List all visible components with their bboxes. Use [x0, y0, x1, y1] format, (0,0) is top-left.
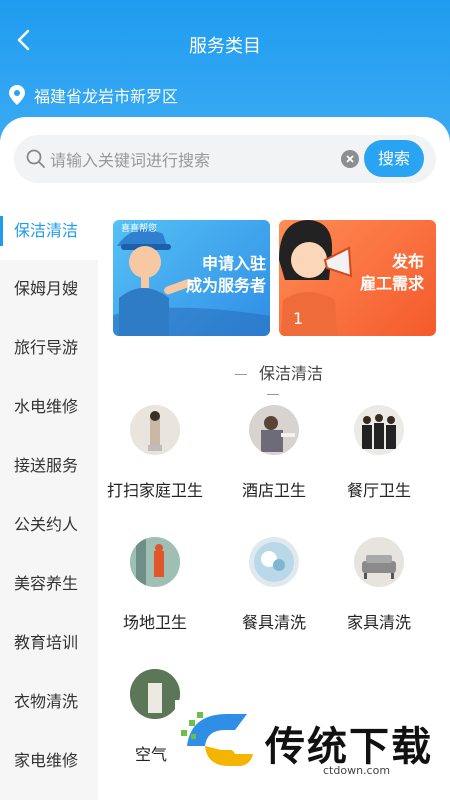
search-input[interactable]: 请输入关键词进行搜索: [50, 147, 210, 171]
search-icon: [26, 149, 45, 168]
sidebar-item-plumbing[interactable]: 水电维修: [0, 378, 98, 436]
ctdown-logo-icon: [181, 712, 253, 766]
watermark: 传统下载 ctdown.com: [175, 700, 450, 800]
apply-provider-banner[interactable]: 喜喜帮您 申请入驻 成为服务者: [113, 220, 270, 336]
service-label: 餐厅卫生: [346, 481, 411, 500]
location-text: 福建省龙岩市新罗区: [34, 87, 179, 106]
service-label: 打扫家庭卫生: [106, 481, 203, 500]
service-label: 酒店卫生: [241, 481, 306, 500]
service-label: 场地卫生: [122, 613, 187, 632]
svg-text:1: 1: [293, 309, 303, 328]
sidebar-item-tour-guide[interactable]: 旅行导游: [0, 319, 98, 377]
post-banner-text: 发布 雇工需求: [359, 252, 424, 293]
sidebar-item-education[interactable]: 教育培训: [0, 614, 98, 672]
page-title: 服务类目: [189, 36, 261, 57]
sidebar-item-appliance-repair[interactable]: 家电维修: [0, 732, 98, 790]
service-label: 家具清洗: [346, 613, 411, 632]
service-item-tableware-washing[interactable]: 餐具清洗: [219, 537, 329, 633]
service-item-furniture-cleaning[interactable]: 家具清洗: [324, 537, 434, 633]
location-pin-icon: [9, 85, 25, 105]
service-item-hotel-cleaning[interactable]: 酒店卫生: [219, 405, 329, 501]
divider: [267, 394, 279, 395]
search-button[interactable]: 搜索: [364, 140, 424, 177]
sidebar-item-laundry[interactable]: 衣物清洗: [0, 673, 98, 731]
service-item-home-cleaning[interactable]: 打扫家庭卫生: [100, 405, 210, 501]
clear-button[interactable]: [341, 150, 359, 168]
service-label: 餐具清洗: [241, 613, 306, 632]
section-title: 保洁清洁: [208, 360, 338, 403]
category-sidebar: 保洁清洁 保姆月嫂 旅行导游 水电维修 接送服务 公关约人 美容养生 教育培训 …: [0, 202, 98, 800]
sidebar-item-nanny[interactable]: 保姆月嫂: [0, 260, 98, 318]
location-selector[interactable]: 福建省龙岩市新罗区: [8, 83, 178, 107]
service-photo: [354, 537, 404, 587]
service-photo: [130, 405, 180, 455]
apply-banner-text: 申请入驻 成为服务者: [185, 254, 266, 295]
service-item-restaurant-cleaning[interactable]: 餐厅卫生: [324, 405, 434, 501]
sidebar-item-cleaning[interactable]: 保洁清洁: [0, 202, 98, 260]
service-photo: [249, 537, 299, 587]
service-photo: [354, 405, 404, 455]
sidebar-item-transport[interactable]: 接送服务: [0, 437, 98, 495]
sidebar-item-beauty[interactable]: 美容养生: [0, 555, 98, 613]
post-demand-banner[interactable]: 1 发布 雇工需求: [279, 220, 436, 336]
close-icon: [346, 155, 354, 163]
divider: [234, 374, 247, 375]
service-photo: [130, 669, 180, 719]
cap-label: 喜喜帮您: [120, 224, 157, 234]
service-photo: [130, 537, 180, 587]
service-photo: [249, 405, 299, 455]
main-panel: 请输入关键词进行搜索 搜索 保洁清洁 保姆月嫂 旅行导游 水电维修 接送服务 公…: [0, 117, 450, 800]
search-bar: 请输入关键词进行搜索 搜索: [14, 135, 436, 183]
service-item-venue-cleaning[interactable]: 场地卫生: [100, 537, 210, 633]
watermark-url: ctdown.com: [323, 764, 391, 777]
sidebar-item-pr[interactable]: 公关约人: [0, 496, 98, 554]
